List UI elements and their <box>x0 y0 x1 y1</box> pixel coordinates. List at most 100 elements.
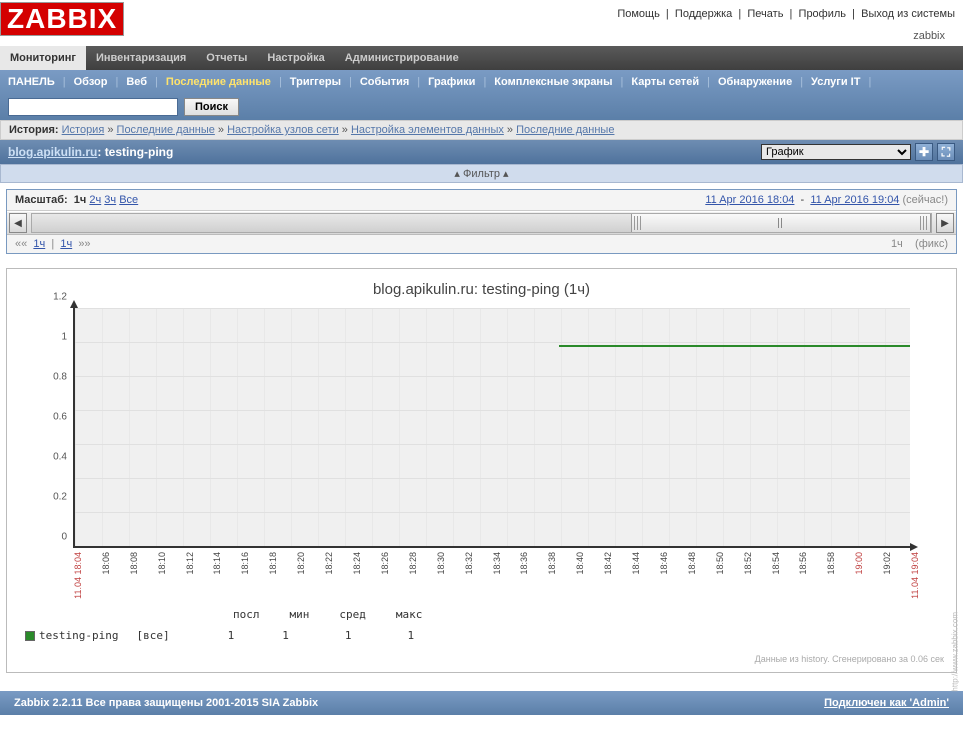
history-item[interactable]: Последние данные <box>516 124 614 136</box>
x-tick: 18:08 <box>129 552 139 575</box>
x-tick: 18:56 <box>798 552 808 575</box>
history-item[interactable]: Настройка узлов сети <box>227 124 339 136</box>
legend-headers: посл мин сред макс <box>13 608 950 621</box>
history-item[interactable]: Настройка элементов данных <box>351 124 504 136</box>
x-tick: 18:22 <box>324 552 334 575</box>
nav-rr: »» <box>78 238 90 250</box>
x-tick: 19:02 <box>882 552 892 575</box>
sub-itservices[interactable]: Услуги IT <box>803 72 868 92</box>
x-tick: 18:38 <box>547 552 557 575</box>
search-button[interactable]: Поиск <box>184 98 239 116</box>
link-profile[interactable]: Профиль <box>799 8 847 20</box>
x-tick: 18:48 <box>687 552 697 575</box>
sub-overview[interactable]: Обзор <box>66 72 116 92</box>
y-tick: 0 <box>61 532 67 543</box>
chart-title: blog.apikulin.ru: testing-ping (1ч) <box>13 275 950 308</box>
history-label: История: <box>9 124 59 136</box>
slider-thumb[interactable] <box>631 214 931 232</box>
nav-dur: 1ч <box>891 238 903 250</box>
zoom-opt[interactable]: 3ч <box>104 194 116 206</box>
watermark: http://www.zabbix.com <box>951 612 960 692</box>
view-select[interactable]: График <box>761 144 911 160</box>
search-input[interactable] <box>8 98 178 116</box>
x-tick: 18:12 <box>185 552 195 575</box>
sub-events[interactable]: События <box>352 72 417 92</box>
x-tick: 18:20 <box>296 552 306 575</box>
sub-screens[interactable]: Комплексные экраны <box>486 72 620 92</box>
tab-inventory[interactable]: Инвентаризация <box>86 46 196 70</box>
x-tick: 18:54 <box>771 552 781 575</box>
nav-fwd-1h[interactable]: 1ч <box>60 238 72 250</box>
top-links: Помощь | Поддержка | Печать | Профиль | … <box>617 2 955 26</box>
chart: blog.apikulin.ru: testing-ping (1ч) 0 0.2… <box>6 268 957 673</box>
item-name: testing-ping <box>105 145 174 159</box>
sub-menu: ПАНЕЛЬ| Обзор| Веб| Последние данные| Тр… <box>0 70 963 120</box>
x-tick: 18:36 <box>519 552 529 575</box>
y-tick: 0.2 <box>53 492 67 503</box>
zoom-opt[interactable]: Все <box>119 194 138 206</box>
host-link[interactable]: blog.apikulin.ru <box>8 145 97 159</box>
legend-swatch <box>25 631 35 641</box>
x-tick: 18:46 <box>659 552 669 575</box>
filter-toggle[interactable]: ▴ Фильтр ▴ <box>0 164 963 183</box>
x-tick: 18:26 <box>380 552 390 575</box>
nav-ll: «« <box>15 238 27 250</box>
y-tick: 1.2 <box>53 292 67 303</box>
x-tick: 18:30 <box>436 552 446 575</box>
x-tick: 18:52 <box>743 552 753 575</box>
history-item[interactable]: Последние данные <box>117 124 215 136</box>
slider-prev-button[interactable]: ◀ <box>9 213 27 233</box>
footer-login-as[interactable]: Подключен как 'Admin' <box>824 697 949 709</box>
range-to[interactable]: 11 Apr 2016 19:04 <box>810 194 899 206</box>
sub-latest-data[interactable]: Последние данные <box>158 72 279 92</box>
slider-next-button[interactable]: ▶ <box>936 213 954 233</box>
user-label: zabbix <box>617 26 955 46</box>
sub-web[interactable]: Веб <box>118 72 155 92</box>
x-tick: 11.04 19:04 <box>910 552 920 599</box>
time-slider[interactable] <box>31 213 932 233</box>
x-tick: 18:06 <box>101 552 111 575</box>
add-button[interactable]: ✚ <box>915 143 933 161</box>
x-tick: 18:34 <box>492 552 502 575</box>
sub-graphs[interactable]: Графики <box>420 72 483 92</box>
x-tick: 18:44 <box>631 552 641 575</box>
title-bar: blog.apikulin.ru: testing-ping График ✚ … <box>0 140 963 164</box>
main-menu: Мониторинг Инвентаризация Отчеты Настрой… <box>0 46 963 70</box>
link-support[interactable]: Поддержка <box>675 8 732 20</box>
nav-mode: (фикс) <box>915 238 948 250</box>
x-tick: 18:14 <box>212 552 222 575</box>
link-help[interactable]: Помощь <box>617 8 660 20</box>
sub-triggers[interactable]: Триггеры <box>282 72 349 92</box>
history-item[interactable]: История <box>62 124 105 136</box>
arrow-right-icon <box>910 543 918 551</box>
logo[interactable]: ZABBIX <box>0 2 124 36</box>
range-from[interactable]: 11 Apr 2016 18:04 <box>705 194 794 206</box>
sub-dashboard[interactable]: ПАНЕЛЬ <box>0 72 63 92</box>
x-tick: 11.04 18:04 <box>73 552 83 599</box>
sub-discovery[interactable]: Обнаружение <box>710 72 800 92</box>
nav-back-1h[interactable]: 1ч <box>33 238 45 250</box>
zoom-label: Масштаб: <box>15 194 68 206</box>
tab-admin[interactable]: Администрирование <box>335 46 469 70</box>
tab-monitoring[interactable]: Мониторинг <box>0 46 86 70</box>
x-tick: 18:28 <box>408 552 418 575</box>
x-tick: 18:10 <box>157 552 167 575</box>
tab-reports[interactable]: Отчеты <box>196 46 257 70</box>
arrow-up-icon <box>70 300 78 308</box>
zoom-current: 1ч <box>74 194 87 206</box>
link-print[interactable]: Печать <box>747 8 783 20</box>
y-tick: 1 <box>61 332 67 343</box>
sub-maps[interactable]: Карты сетей <box>623 72 707 92</box>
zoom-opt[interactable]: 2ч <box>89 194 101 206</box>
x-tick: 18:50 <box>715 552 725 575</box>
x-tick: 18:42 <box>603 552 613 575</box>
x-tick: 18:40 <box>575 552 585 575</box>
fullscreen-button[interactable]: ⛶ <box>937 143 955 161</box>
x-tick: 18:32 <box>464 552 474 575</box>
x-tick: 18:58 <box>826 552 836 575</box>
time-panel: Масштаб: 1ч 2ч 3ч Все 11 Apr 2016 18:04 … <box>6 189 957 254</box>
x-tick: 18:18 <box>268 552 278 575</box>
chevron-up-icon: ▴ <box>454 168 460 180</box>
link-logout[interactable]: Выход из системы <box>861 8 955 20</box>
tab-config[interactable]: Настройка <box>257 46 334 70</box>
